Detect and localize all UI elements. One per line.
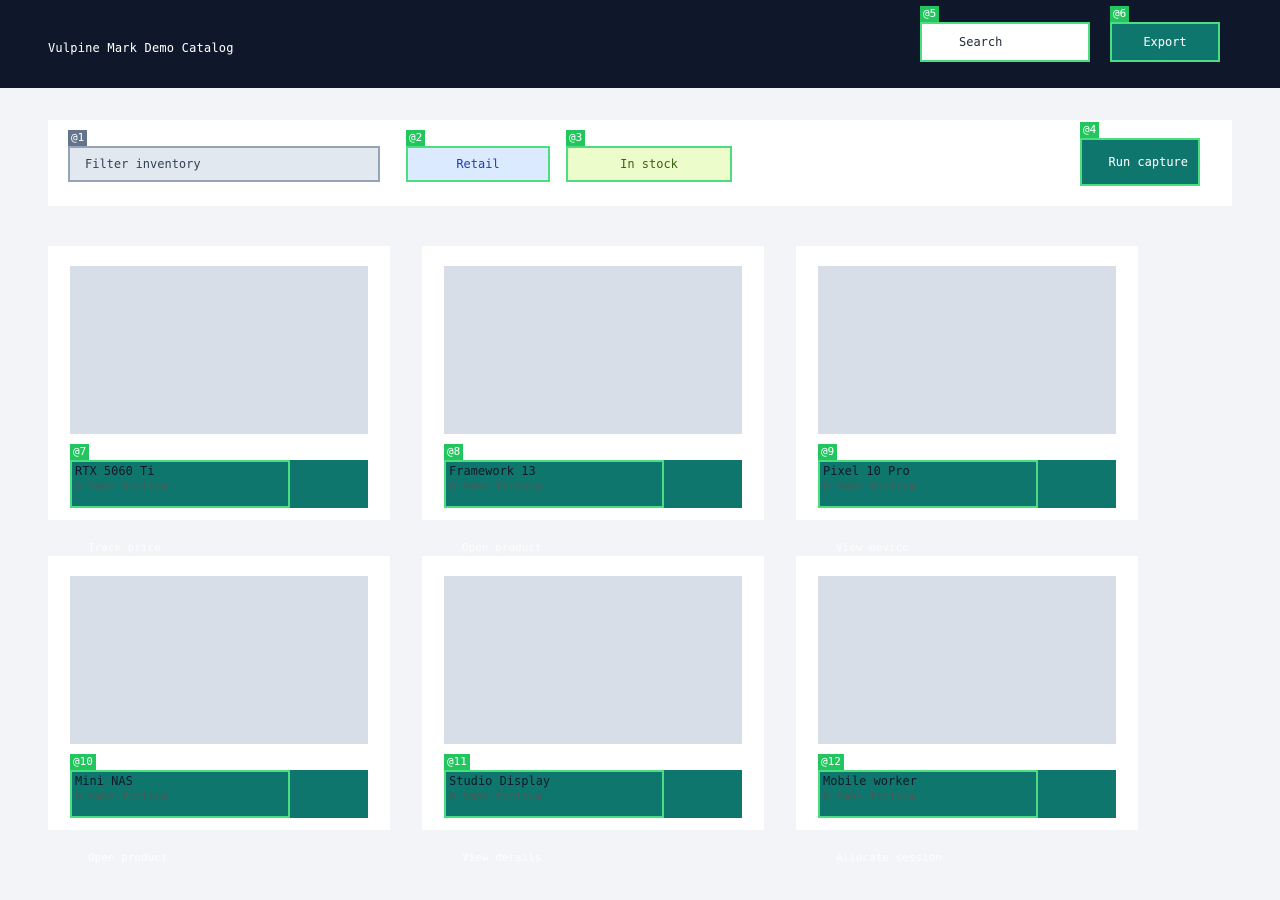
filter-inventory-input[interactable] — [68, 146, 380, 182]
export-button[interactable]: Export — [1110, 22, 1220, 62]
product-card: RTX 5060 Ti 0 Ambe forisum @7 — [48, 246, 390, 520]
allocate-session-action[interactable]: Allocate session — [836, 851, 942, 864]
product-link[interactable]: Studio Display 0 Ambe forisum — [444, 770, 664, 818]
product-meta: 0 Ambe forisum — [449, 790, 542, 803]
product-meta: 0 Ambe forisum — [75, 790, 168, 803]
open-product-action[interactable]: Open product — [88, 851, 167, 864]
in-stock-filter-chip[interactable]: In stock — [566, 146, 732, 182]
product-name: Studio Display — [449, 774, 551, 788]
product-link[interactable]: Framework 13 0 Ambe forisum — [444, 460, 664, 508]
mark-badge: @6 — [1110, 6, 1130, 22]
product-meta: 0 Ambe forisum — [449, 480, 542, 493]
mark-badge: @8 — [444, 444, 464, 460]
mark-badge: @3 — [566, 130, 586, 146]
app-title: Vulpine Mark Demo Catalog — [48, 41, 234, 55]
product-meta: 0 Ambe forisum — [75, 480, 168, 493]
product-link[interactable]: Pixel 10 Pro 0 Ambe forisum — [818, 460, 1038, 508]
product-meta: 0 Ambe forisum — [823, 790, 916, 803]
track-price-action[interactable]: Track price — [88, 541, 161, 554]
mark-badge: @1 — [68, 130, 88, 146]
product-name: RTX 5060 Ti — [75, 464, 155, 478]
product-image-placeholder — [70, 266, 368, 434]
mark-badge: @7 — [70, 444, 90, 460]
product-card: Studio Display 0 Ambe forisum @11 — [422, 556, 764, 830]
mark-badge: @4 — [1080, 122, 1100, 138]
product-card: Mini NAS 0 Ambe forisum @10 — [48, 556, 390, 830]
mark-badge: @11 — [444, 754, 470, 770]
mark-badge: @10 — [70, 754, 96, 770]
product-name: Pixel 10 Pro — [823, 464, 910, 478]
open-product-action[interactable]: Open product — [462, 541, 541, 554]
product-image-placeholder — [70, 576, 368, 744]
search-button[interactable]: Search — [920, 22, 1090, 62]
mark-badge: @9 — [818, 444, 838, 460]
retail-filter-chip[interactable]: Retail — [406, 146, 550, 182]
product-image-placeholder — [444, 266, 742, 434]
product-link[interactable]: Mobile worker 0 Ambe forisum — [818, 770, 1038, 818]
product-card: Mobile worker 0 Ambe forisum @12 — [796, 556, 1138, 830]
product-card: Framework 13 0 Ambe forisum @8 — [422, 246, 764, 520]
product-image-placeholder — [818, 576, 1116, 744]
product-image-placeholder — [818, 266, 1116, 434]
view-details-action[interactable]: View details — [462, 851, 541, 864]
product-link[interactable]: Mini NAS 0 Ambe forisum — [70, 770, 290, 818]
product-name: Mini NAS — [75, 774, 133, 788]
product-image-placeholder — [444, 576, 742, 744]
product-link[interactable]: RTX 5060 Ti 0 Ambe forisum — [70, 460, 290, 508]
run-capture-button[interactable]: Run capture — [1080, 138, 1200, 186]
mark-badge: @2 — [406, 130, 426, 146]
product-name: Framework 13 — [449, 464, 536, 478]
mark-badge: @12 — [818, 754, 844, 770]
mark-badge: @5 — [920, 6, 940, 22]
product-card: Pixel 10 Pro 0 Ambe forisum @9 — [796, 246, 1138, 520]
product-name: Mobile worker — [823, 774, 917, 788]
view-device-action[interactable]: View device — [836, 541, 909, 554]
product-meta: 0 Ambe forisum — [823, 480, 916, 493]
